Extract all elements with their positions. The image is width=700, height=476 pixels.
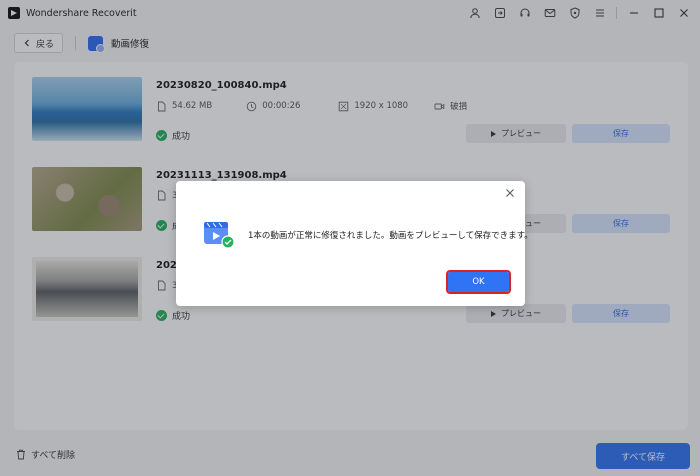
video-success-icon — [204, 222, 235, 249]
repair-complete-dialog: 1本の動画が正常に修復されました。動画をプレビューして保存できます。 OK — [176, 181, 533, 306]
dialog-close-icon[interactable] — [503, 186, 517, 200]
dialog-message: 1本の動画が正常に修復されました。動画をプレビューして保存できます。 — [248, 231, 533, 241]
ok-button-label: OK — [472, 277, 485, 287]
ok-button[interactable]: OK — [446, 270, 511, 294]
